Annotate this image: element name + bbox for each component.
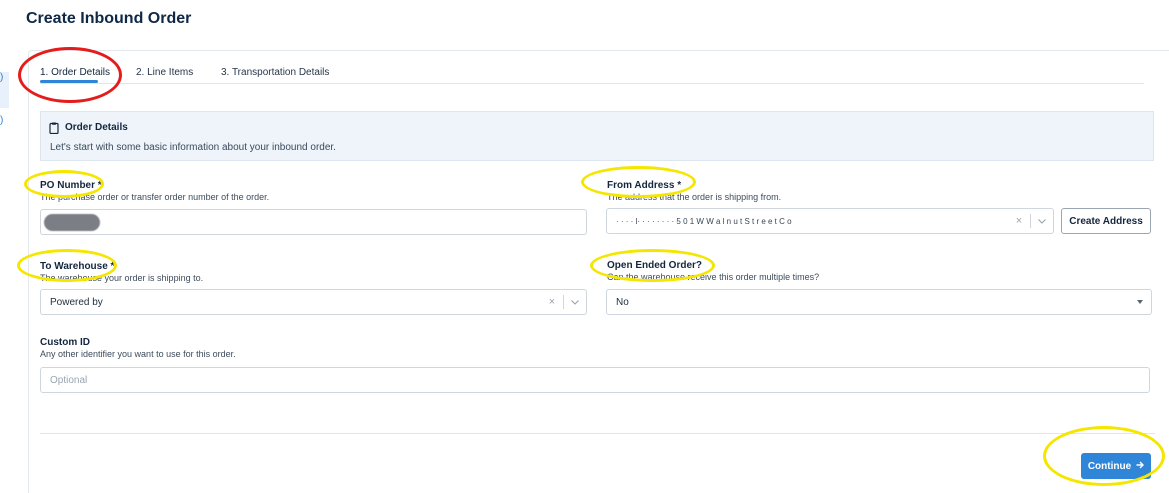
from-address-value: · · · · l· · · · · · · · 5 0 1 W W a l n… <box>616 216 792 226</box>
clear-icon[interactable]: × <box>1008 215 1030 227</box>
clear-icon[interactable]: × <box>541 296 563 308</box>
custom-id-help: Any other identifier you want to use for… <box>40 349 236 359</box>
continue-label: Continue <box>1087 460 1132 472</box>
open-ended-order-value: No <box>616 296 629 308</box>
from-address-label: From Address * <box>607 180 682 191</box>
info-header: Order Details <box>49 121 128 135</box>
chevron-down-icon[interactable] <box>564 299 586 305</box>
to-warehouse-value: Powered by <box>50 296 103 308</box>
from-address-select[interactable]: · · · · l· · · · · · · · 5 0 1 W W a l n… <box>606 208 1054 234</box>
nav-fragment-icon[interactable]: ) <box>0 73 5 83</box>
step-tabs: 1. Order Details 2. Line Items 3. Transp… <box>40 51 1144 84</box>
custom-id-label: Custom ID <box>40 337 90 348</box>
page-title: Create Inbound Order <box>26 10 192 27</box>
nav-fragment-icon[interactable]: ) <box>0 116 5 126</box>
po-number-input[interactable] <box>40 209 587 235</box>
tab-order-details[interactable]: 1. Order Details <box>40 67 110 78</box>
footer-divider <box>40 433 1155 434</box>
arrow-right-icon <box>1136 461 1145 472</box>
select-controls: × <box>541 290 586 314</box>
tab-line-items[interactable]: 2. Line Items <box>136 67 193 78</box>
to-warehouse-help: The warehouse your order is shipping to. <box>40 273 204 283</box>
continue-button[interactable]: Continue <box>1081 453 1151 479</box>
po-number-label: PO Number * <box>40 180 102 191</box>
clipboard-icon <box>49 121 59 135</box>
info-description: Let's start with some basic information … <box>50 142 336 153</box>
create-address-button[interactable]: Create Address <box>1061 208 1151 234</box>
select-controls: × <box>1008 209 1053 233</box>
active-tab-indicator <box>40 80 98 83</box>
to-warehouse-label: To Warehouse * <box>40 261 115 272</box>
po-number-help: The purchase order or transfer order num… <box>40 192 270 202</box>
chevron-down-icon[interactable] <box>1031 218 1053 224</box>
custom-id-field[interactable] <box>40 367 1150 393</box>
from-address-help: The address that the order is shipping f… <box>607 192 782 202</box>
to-warehouse-select[interactable]: Powered by × <box>40 289 587 315</box>
create-inbound-order-page: ) ) Create Inbound Order 1. Order Detail… <box>0 0 1169 493</box>
open-ended-order-help: Can the warehouse receive this order mul… <box>607 272 820 282</box>
tab-transportation-details[interactable]: 3. Transportation Details <box>221 67 329 78</box>
info-title: Order Details <box>65 121 128 133</box>
caret-down-icon[interactable] <box>1137 300 1143 304</box>
redacted-value <box>44 214 100 231</box>
order-details-info-box: Order Details Let's start with some basi… <box>40 111 1154 161</box>
open-ended-order-label: Open Ended Order? <box>607 260 703 271</box>
order-form-card: 1. Order Details 2. Line Items 3. Transp… <box>28 50 1169 493</box>
custom-id-input[interactable] <box>50 374 1149 386</box>
open-ended-order-select[interactable]: No <box>606 289 1152 315</box>
